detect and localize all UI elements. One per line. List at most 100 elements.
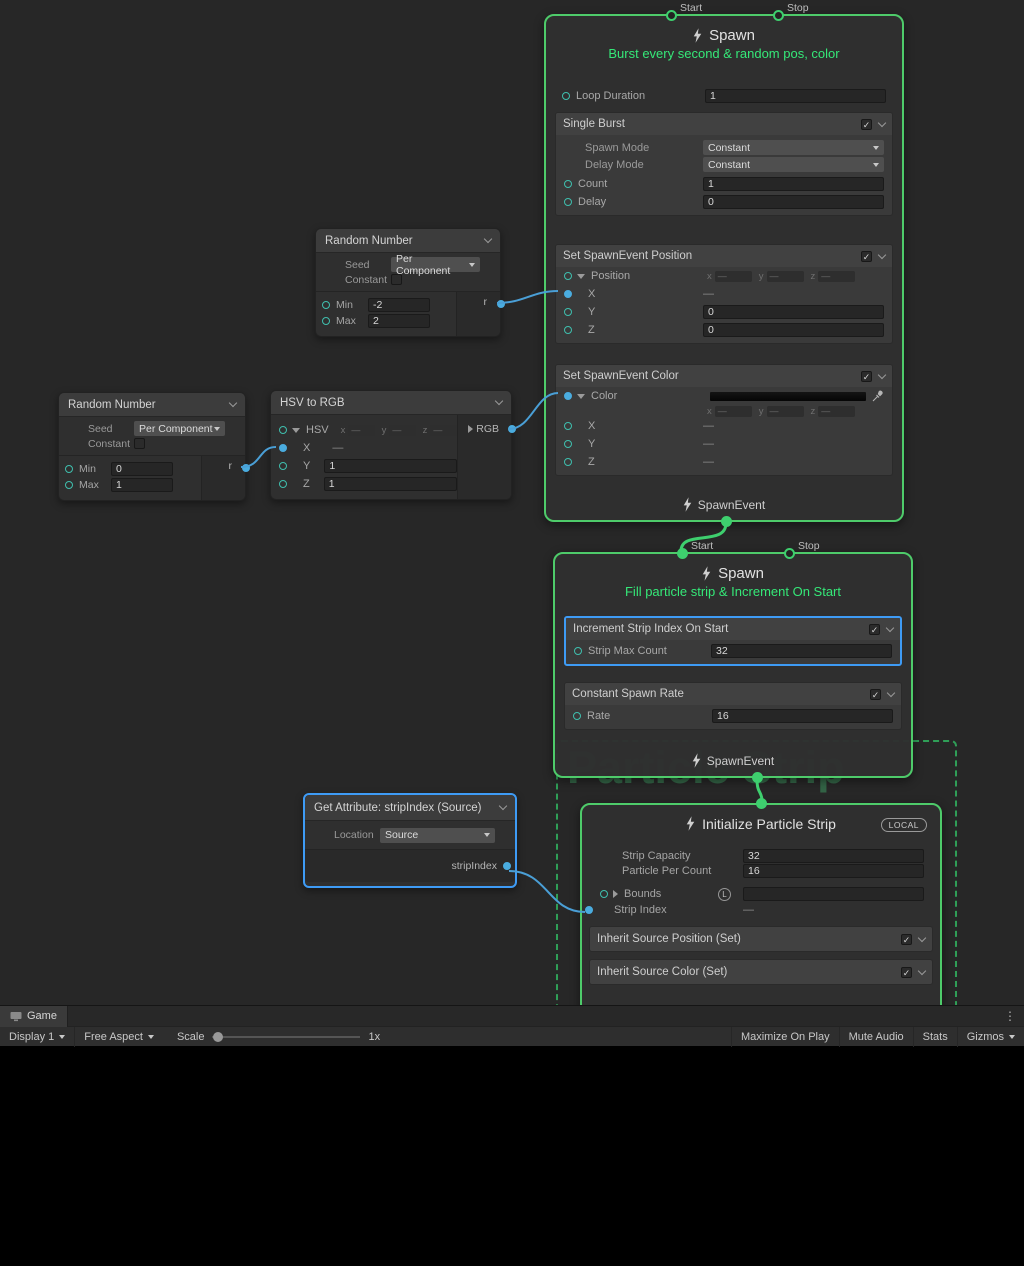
block-enabled-checkbox[interactable]: ✓ xyxy=(869,624,880,635)
location-dropdown[interactable]: Source xyxy=(380,828,495,843)
game-view-viewport[interactable] xyxy=(0,1046,1024,1266)
aspect-dropdown[interactable]: Free Aspect xyxy=(74,1027,163,1047)
block-set-spawnevent-position[interactable]: Set SpawnEvent Position ✓ Position x— y—… xyxy=(555,244,893,344)
vfx-graph-canvas[interactable]: Particle Strip Start Stop Spawn Burst ev… xyxy=(0,0,1024,1005)
gizmos-dropdown[interactable]: Gizmos xyxy=(957,1027,1024,1047)
block-enabled-checkbox[interactable]: ✓ xyxy=(861,119,872,130)
seed-dropdown[interactable]: Per Component xyxy=(391,257,480,272)
chevron-down-icon[interactable] xyxy=(229,399,237,407)
port-color[interactable] xyxy=(564,392,572,400)
chevron-down-icon[interactable] xyxy=(878,250,886,258)
flow-port-spawnevent-out[interactable] xyxy=(721,516,732,527)
count-field[interactable]: 1 xyxy=(703,177,884,191)
bounds-field[interactable] xyxy=(743,887,924,901)
spawn-mode-dropdown[interactable]: Constant xyxy=(703,140,884,155)
chevron-down-icon[interactable] xyxy=(918,933,926,941)
block-inherit-source-color[interactable]: Inherit Source Color (Set) ✓ xyxy=(589,959,933,985)
node-spawn-burst[interactable]: Start Stop Spawn Burst every second & ra… xyxy=(544,14,904,522)
node-random-number-1[interactable]: Random Number Seed Per Component Constan… xyxy=(315,228,501,337)
block-increment-strip-index[interactable]: Increment Strip Index On Start ✓ Strip M… xyxy=(564,616,902,666)
port-bounds[interactable] xyxy=(600,890,608,898)
space-toggle-local[interactable]: L xyxy=(718,888,731,901)
port-position-y[interactable] xyxy=(564,308,572,316)
chevron-down-icon[interactable] xyxy=(887,688,895,696)
position-y-field[interactable]: 0 xyxy=(703,305,884,319)
chevron-down-icon[interactable] xyxy=(484,235,492,243)
foldout-icon[interactable] xyxy=(577,274,585,279)
block-single-burst[interactable]: Single Burst ✓ Spawn Mode Constant Delay… xyxy=(555,112,893,216)
port-r-output[interactable] xyxy=(242,464,250,472)
port-hsv[interactable] xyxy=(279,426,287,434)
foldout-icon[interactable] xyxy=(292,428,300,433)
chevron-down-icon[interactable] xyxy=(878,370,886,378)
rate-field[interactable]: 16 xyxy=(712,709,893,723)
port-color-z[interactable] xyxy=(564,458,572,466)
port-rgb-output[interactable] xyxy=(508,425,516,433)
port-color-x[interactable] xyxy=(564,422,572,430)
port-position-x[interactable] xyxy=(564,290,572,298)
port-r-output[interactable] xyxy=(497,300,505,308)
chevron-down-icon[interactable] xyxy=(886,623,894,631)
flow-port-stop[interactable] xyxy=(773,10,784,21)
max-field[interactable]: 1 xyxy=(111,478,173,492)
local-badge[interactable]: LOCAL xyxy=(881,818,927,832)
port-position[interactable] xyxy=(564,272,572,280)
port-stripindex-output[interactable] xyxy=(503,862,511,870)
chevron-down-icon[interactable] xyxy=(495,397,503,405)
flow-port-spawnevent-out[interactable] xyxy=(752,772,763,783)
flow-port-in[interactable] xyxy=(756,798,767,809)
flow-port-start[interactable] xyxy=(666,10,677,21)
color-field[interactable] xyxy=(709,391,867,402)
max-field[interactable]: 2 xyxy=(368,314,430,328)
port-hsv-y[interactable] xyxy=(279,462,287,470)
mute-audio-button[interactable]: Mute Audio xyxy=(839,1027,913,1047)
port-strip-index[interactable] xyxy=(585,906,593,914)
more-options-icon[interactable]: ⋮ xyxy=(996,1009,1024,1023)
chevron-down-icon[interactable] xyxy=(499,802,507,810)
port-min[interactable] xyxy=(65,465,73,473)
hsv-y-field[interactable]: 1 xyxy=(324,459,457,473)
node-get-attribute-stripindex[interactable]: Get Attribute: stripIndex (Source) Locat… xyxy=(303,793,517,888)
port-position-z[interactable] xyxy=(564,326,572,334)
port-count[interactable] xyxy=(564,180,572,188)
seed-dropdown[interactable]: Per Component xyxy=(134,421,225,436)
stats-button[interactable]: Stats xyxy=(913,1027,957,1047)
flow-port-stop[interactable] xyxy=(784,548,795,559)
display-dropdown[interactable]: Display 1 xyxy=(0,1027,74,1047)
particle-per-count-field[interactable]: 16 xyxy=(743,864,924,878)
hsv-z-field[interactable]: 1 xyxy=(324,477,457,491)
chevron-down-icon[interactable] xyxy=(878,118,886,126)
block-set-spawnevent-color[interactable]: Set SpawnEvent Color ✓ Color x— y— z— xyxy=(555,364,893,476)
block-enabled-checkbox[interactable]: ✓ xyxy=(870,689,881,700)
delay-mode-dropdown[interactable]: Constant xyxy=(703,157,884,172)
block-enabled-checkbox[interactable]: ✓ xyxy=(861,251,872,262)
block-enabled-checkbox[interactable]: ✓ xyxy=(901,934,912,945)
position-z-field[interactable]: 0 xyxy=(703,323,884,337)
block-enabled-checkbox[interactable]: ✓ xyxy=(861,371,872,382)
port-hsv-z[interactable] xyxy=(279,480,287,488)
port-hsv-x[interactable] xyxy=(279,444,287,452)
node-spawn-strip[interactable]: Start Stop Spawn Fill particle strip & I… xyxy=(553,552,913,778)
maximize-on-play-button[interactable]: Maximize On Play xyxy=(731,1027,839,1047)
port-min[interactable] xyxy=(322,301,330,309)
port-strip-max-count[interactable] xyxy=(574,647,582,655)
min-field[interactable]: -2 xyxy=(368,298,430,312)
block-enabled-checkbox[interactable]: ✓ xyxy=(901,967,912,978)
port-color-y[interactable] xyxy=(564,440,572,448)
port-max[interactable] xyxy=(322,317,330,325)
node-initialize-particle-strip[interactable]: Initialize Particle Strip LOCAL Strip Ca… xyxy=(580,803,942,1005)
node-hsv-to-rgb[interactable]: HSV to RGB HSV x— y— z— X — xyxy=(270,390,512,500)
strip-max-count-field[interactable]: 32 xyxy=(711,644,892,658)
loop-duration-field[interactable]: 1 xyxy=(705,89,886,103)
port-loop-duration[interactable] xyxy=(562,92,570,100)
flow-port-start[interactable] xyxy=(677,548,688,559)
slider-knob[interactable] xyxy=(213,1032,223,1042)
strip-capacity-field[interactable]: 32 xyxy=(743,849,924,863)
port-max[interactable] xyxy=(65,481,73,489)
eyedropper-icon[interactable] xyxy=(872,390,884,402)
delay-field[interactable]: 0 xyxy=(703,195,884,209)
constant-checkbox[interactable] xyxy=(391,274,402,285)
chevron-down-icon[interactable] xyxy=(918,966,926,974)
port-delay[interactable] xyxy=(564,198,572,206)
block-constant-spawn-rate[interactable]: Constant Spawn Rate ✓ Rate 16 xyxy=(564,682,902,730)
